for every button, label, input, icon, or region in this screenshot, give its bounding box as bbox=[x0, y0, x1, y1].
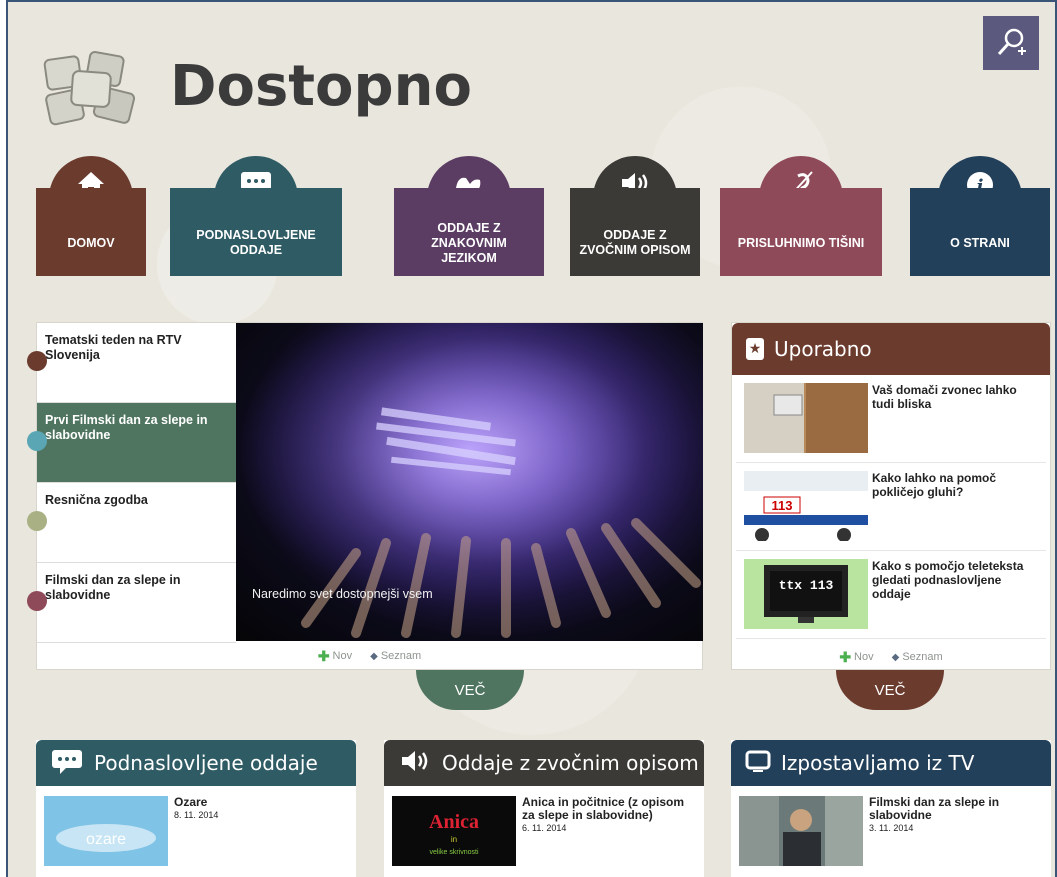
nav-item-1[interactable]: DOMOV bbox=[36, 156, 146, 276]
new-link-label: Nov bbox=[332, 650, 353, 662]
svg-text:Anica: Anica bbox=[429, 811, 479, 833]
nav-item-box: PODNASLOVLJENE ODDAJE bbox=[170, 188, 342, 276]
nav-item-box: PRISLUHNIMO TIŠINI bbox=[720, 188, 882, 276]
section-item[interactable]: ozare Ozare 8. 11. 2014 bbox=[36, 786, 356, 876]
useful-item-title[interactable]: Kako lahko na pomoč pokličejo gluhi? bbox=[872, 471, 1038, 550]
nav-item-2[interactable]: PODNASLOVLJENE ODDAJE bbox=[170, 156, 342, 276]
slider-dot[interactable] bbox=[27, 431, 47, 451]
list-icon: ◆ bbox=[370, 650, 378, 662]
useful-item[interactable]: ttx 113 Kako s pomočjo teleteksta gledati… bbox=[736, 551, 1046, 639]
section-tv: Izpostavljamo iz TV Filmski dan za slepe … bbox=[731, 740, 1051, 877]
list-icon: ◆ bbox=[891, 651, 900, 663]
section-item-date: 8. 11. 2014 bbox=[174, 810, 219, 820]
useful-item[interactable]: Vaš domači zvonec lahko tudi bliska bbox=[736, 375, 1046, 463]
svg-text:ttx 113: ttx 113 bbox=[779, 578, 834, 593]
section-item-text: Filmski dan za slepe in slabovidne 3. 11.… bbox=[869, 796, 1043, 866]
slider-tab[interactable]: Tematski teden na RTV Slovenija bbox=[37, 323, 236, 403]
useful-footer: ✚ Nov ◆ Seznam bbox=[732, 643, 1050, 671]
nav-item-label: DOMOV bbox=[67, 235, 115, 250]
nav-item-label: PRISLUHNIMO TIŠINI bbox=[737, 235, 865, 250]
slider-dot[interactable] bbox=[27, 591, 47, 611]
svg-text:in: in bbox=[451, 835, 457, 844]
section-item-text: Ozare 8. 11. 2014 bbox=[174, 796, 218, 866]
featured-slider: Tematski teden na RTV Slovenija Prvi Film… bbox=[27, 322, 703, 670]
list-link-label: Seznam bbox=[380, 650, 422, 662]
useful-panel-title: Uporabno bbox=[774, 337, 872, 361]
section-item-date: 6. 11. 2014 bbox=[522, 823, 567, 833]
svg-text:ozare: ozare bbox=[86, 831, 126, 848]
section-header[interactable]: Oddaje z zvočnim opisom bbox=[384, 740, 704, 786]
useful-item-title[interactable]: Kako s pomočjo teleteksta gledati podnas… bbox=[872, 559, 1038, 638]
slider-tab[interactable]: Filmski dan za slepe in slabovidne bbox=[37, 563, 236, 643]
section-title: Podnaslovljene oddaje bbox=[94, 751, 318, 775]
slider-dot[interactable] bbox=[27, 511, 47, 531]
section-item-date: 3. 11. 2014 bbox=[869, 823, 914, 833]
nav-item-label: PODNASLOVLJENE ODDAJE bbox=[196, 228, 316, 257]
zoom-plus-icon bbox=[997, 28, 1026, 56]
section-title: Oddaje z zvočnim opisom bbox=[442, 751, 699, 775]
section-item-title[interactable]: Ozare bbox=[174, 796, 218, 809]
section-header[interactable]: Izpostavljamo iz TV bbox=[731, 740, 1051, 786]
svg-text:velike skrivnosti: velike skrivnosti bbox=[429, 849, 478, 856]
slider-tab[interactable]: Prvi Filmski dan za slepe in slabovidne bbox=[37, 403, 236, 483]
svg-text:113: 113 bbox=[772, 498, 793, 513]
section-subtitles: Podnaslovljene oddaje ozare Ozare 8. 11. 20… bbox=[36, 740, 356, 877]
slider-footer: ✚ Nov ◆ Seznam bbox=[37, 642, 702, 670]
useful-item-thumbnail[interactable]: ttx 113 bbox=[744, 559, 868, 629]
useful-item-thumbnail[interactable] bbox=[744, 383, 868, 453]
keyboard-logo-icon[interactable] bbox=[40, 50, 148, 130]
nav-item-5[interactable]: PRISLUHNIMO TIŠINI bbox=[720, 156, 882, 276]
section-item-title[interactable]: Filmski dan za slepe in slabovidne bbox=[869, 796, 1043, 822]
useful-list-link[interactable]: ◆ Seznam bbox=[892, 651, 943, 663]
slider-dot[interactable] bbox=[27, 351, 47, 371]
section-item-thumbnail[interactable]: Anica in velike skrivnosti bbox=[392, 796, 516, 866]
useful-item-title[interactable]: Vaš domači zvonec lahko tudi bliska bbox=[872, 383, 1038, 462]
tv-icon bbox=[745, 750, 771, 777]
nav-item-6[interactable]: iO STRANI bbox=[910, 156, 1050, 276]
nav-item-label: O STRANI bbox=[950, 235, 1010, 250]
useful-item[interactable]: 113 Kako lahko na pomoč pokličejo gluhi? bbox=[736, 463, 1046, 551]
useful-panel: ★ Uporabno Vaš domači zvonec lahko tudi … bbox=[731, 322, 1051, 670]
nav-item-label: ODDAJE Z ZNAKOVNIM JEZIKOM bbox=[431, 220, 507, 265]
useful-icon: ★ bbox=[746, 338, 764, 360]
hero-image[interactable]: Naredimo svet dostopnejši vsem bbox=[236, 323, 703, 641]
site-title[interactable]: Dostopno bbox=[170, 54, 472, 119]
audio-description-icon bbox=[398, 748, 432, 779]
useful-new-link[interactable]: ✚ Nov bbox=[839, 649, 873, 666]
plus-icon: ✚ bbox=[839, 648, 852, 665]
section-header[interactable]: Podnaslovljene oddaje bbox=[36, 740, 356, 786]
plus-icon: ✚ bbox=[317, 647, 330, 664]
nav-item-box: DOMOV bbox=[36, 188, 146, 276]
slider-new-link[interactable]: ✚ Nov bbox=[318, 648, 352, 665]
hero-caption: Naredimo svet dostopnejši vsem bbox=[252, 587, 433, 601]
section-item-title[interactable]: Anica in počitnice (z opisom za slepe in… bbox=[522, 796, 696, 822]
nav-item-box: O STRANI bbox=[910, 188, 1050, 276]
nav-item-4[interactable]: ODDAJE Z ZVOČNIM OPISOM bbox=[570, 156, 700, 276]
section-audio-description: Oddaje z zvočnim opisom Anica in velike skr… bbox=[384, 740, 704, 877]
subtitles-icon bbox=[50, 748, 84, 779]
section-item[interactable]: Filmski dan za slepe in slabovidne 3. 11.… bbox=[731, 786, 1051, 876]
new-link-label: Nov bbox=[854, 651, 874, 663]
useful-item-thumbnail[interactable]: 113 bbox=[744, 471, 868, 542]
nav-item-3[interactable]: ODDAJE Z ZNAKOVNIM JEZIKOM bbox=[394, 156, 544, 276]
nav-item-box: ODDAJE Z ZVOČNIM OPISOM bbox=[570, 188, 700, 276]
page-frame: Dostopno DOMOV PODNASLOVLJENE ODDAJE ODDAJ… bbox=[6, 0, 1057, 877]
section-item[interactable]: Anica in velike skrivnosti Anica in počitni… bbox=[384, 786, 704, 876]
section-item-thumbnail[interactable]: ozare bbox=[44, 796, 168, 866]
section-item-text: Anica in počitnice (z opisom za slepe in… bbox=[522, 796, 696, 866]
nav-item-box: ODDAJE Z ZNAKOVNIM JEZIKOM bbox=[394, 188, 544, 276]
slider-list-link[interactable]: ◆ Seznam bbox=[370, 650, 421, 662]
list-link-label: Seznam bbox=[902, 651, 943, 663]
nav-item-label: ODDAJE Z ZVOČNIM OPISOM bbox=[579, 228, 691, 257]
section-item-thumbnail[interactable] bbox=[739, 796, 863, 866]
useful-panel-header: ★ Uporabno bbox=[732, 323, 1050, 375]
section-title: Izpostavljamo iz TV bbox=[781, 751, 975, 775]
zoom-in-button[interactable] bbox=[983, 16, 1039, 70]
slider-tab[interactable]: Resnična zgodba bbox=[37, 483, 236, 563]
